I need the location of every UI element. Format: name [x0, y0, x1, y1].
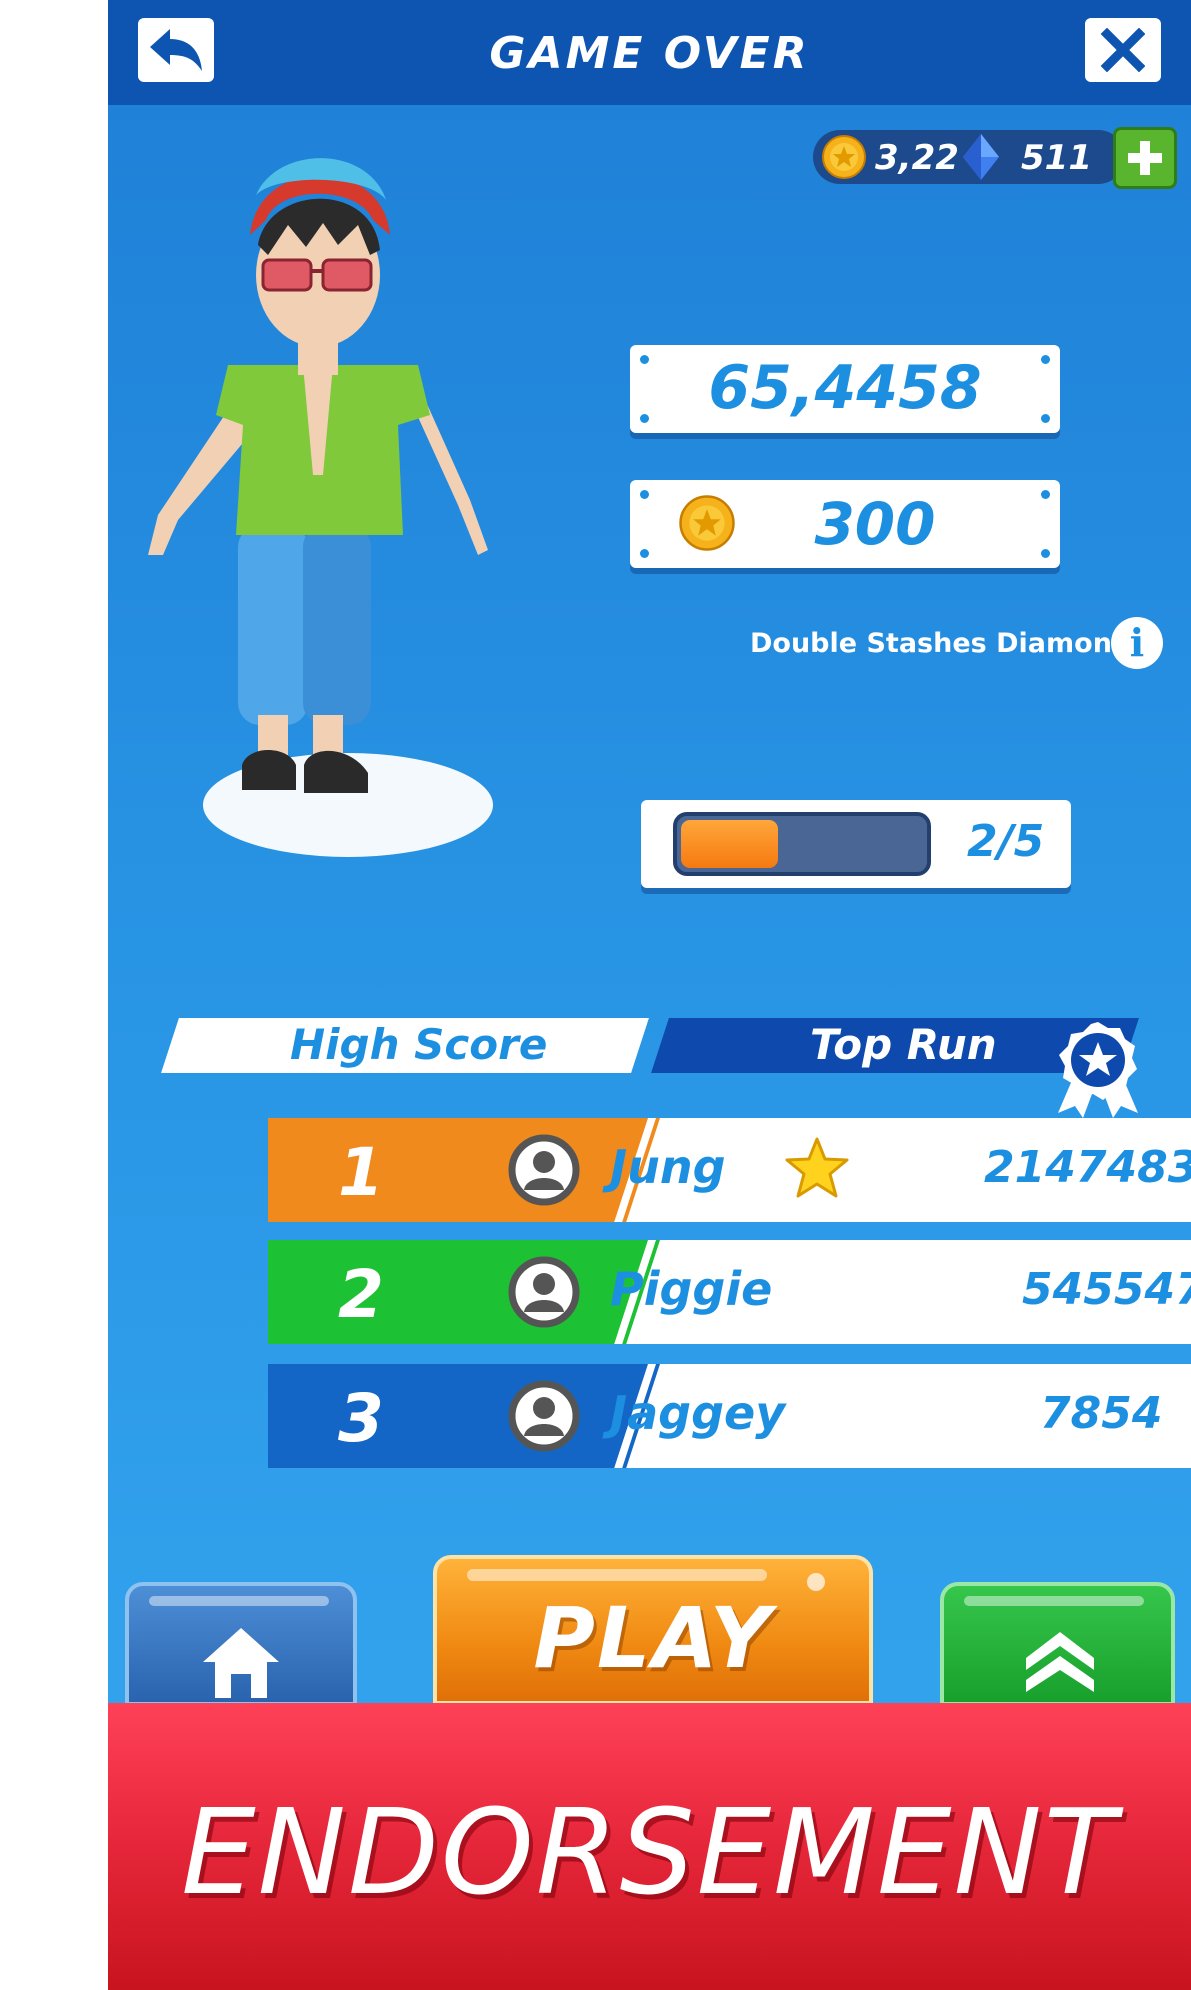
home-button[interactable] [125, 1582, 357, 1706]
coin-count: 3,22 [875, 138, 959, 178]
endorsement-text: ENDORSEMENT [181, 1783, 1118, 1921]
leaderboard-row[interactable]: 1 Jung 2147483647 [268, 1118, 1191, 1222]
player-score: 545547 [1022, 1264, 1191, 1315]
progress-text: 2/5 [967, 816, 1045, 867]
coins-earned: 300 [814, 490, 936, 558]
play-button[interactable]: PLAY [433, 1555, 873, 1705]
leaderboard-row[interactable]: 3 Jaggey 7854 [268, 1364, 1191, 1468]
double-chevron-up-icon [1026, 1632, 1094, 1692]
player-score: 7854 [1040, 1388, 1163, 1439]
home-icon [203, 1628, 279, 1698]
coins-earned-panel: 300 [630, 480, 1060, 568]
info-icon[interactable]: i [1111, 617, 1163, 669]
tab-high-score-label: High Score [290, 1020, 548, 1069]
progress-fill [681, 820, 778, 868]
player-score: 2147483647 [984, 1142, 1191, 1193]
page-title: GAME OVER [489, 28, 810, 79]
close-icon [1101, 28, 1145, 72]
progress-panel: 2/5 [641, 800, 1071, 888]
endorsement-banner[interactable]: ENDORSEMENT [108, 1703, 1191, 1990]
progress-track [673, 812, 931, 876]
player-name: Jung [610, 1140, 726, 1194]
bonus-label: Double Stashes Diamonds [750, 628, 1148, 659]
currency-bar: 3,22 511 [813, 130, 1125, 184]
ribbon-star-icon [1058, 1022, 1138, 1118]
rank-number: 3 [338, 1380, 384, 1457]
play-label: PLAY [533, 1589, 773, 1687]
rank-number: 2 [338, 1256, 384, 1333]
upgrade-button[interactable] [940, 1582, 1175, 1706]
plus-icon [1128, 141, 1162, 175]
player-name: Jaggey [610, 1386, 786, 1440]
avatar-icon [508, 1134, 580, 1206]
coin-icon [822, 135, 866, 179]
star-icon [785, 1137, 849, 1198]
top-bar: GAME OVER [108, 0, 1191, 105]
diamond-count: 511 [1021, 138, 1092, 178]
score-panel: 65,4458 [630, 345, 1060, 433]
avatar-icon [508, 1256, 580, 1328]
player-character [148, 158, 493, 857]
leaderboard-row[interactable]: 2 Piggie 545547 [268, 1240, 1191, 1344]
close-button[interactable] [1085, 18, 1161, 82]
tab-top-run-label: Top Run [810, 1020, 997, 1069]
game-over-screen: GAME OVER 3,22 511 65,4458 300 Double St… [108, 0, 1191, 1990]
avatar-icon [508, 1380, 580, 1452]
add-currency-button[interactable] [1113, 127, 1177, 189]
player-name: Piggie [610, 1262, 773, 1316]
final-score: 65,4458 [708, 353, 982, 423]
rank-number: 1 [338, 1134, 384, 1211]
diamond-icon [963, 134, 999, 180]
